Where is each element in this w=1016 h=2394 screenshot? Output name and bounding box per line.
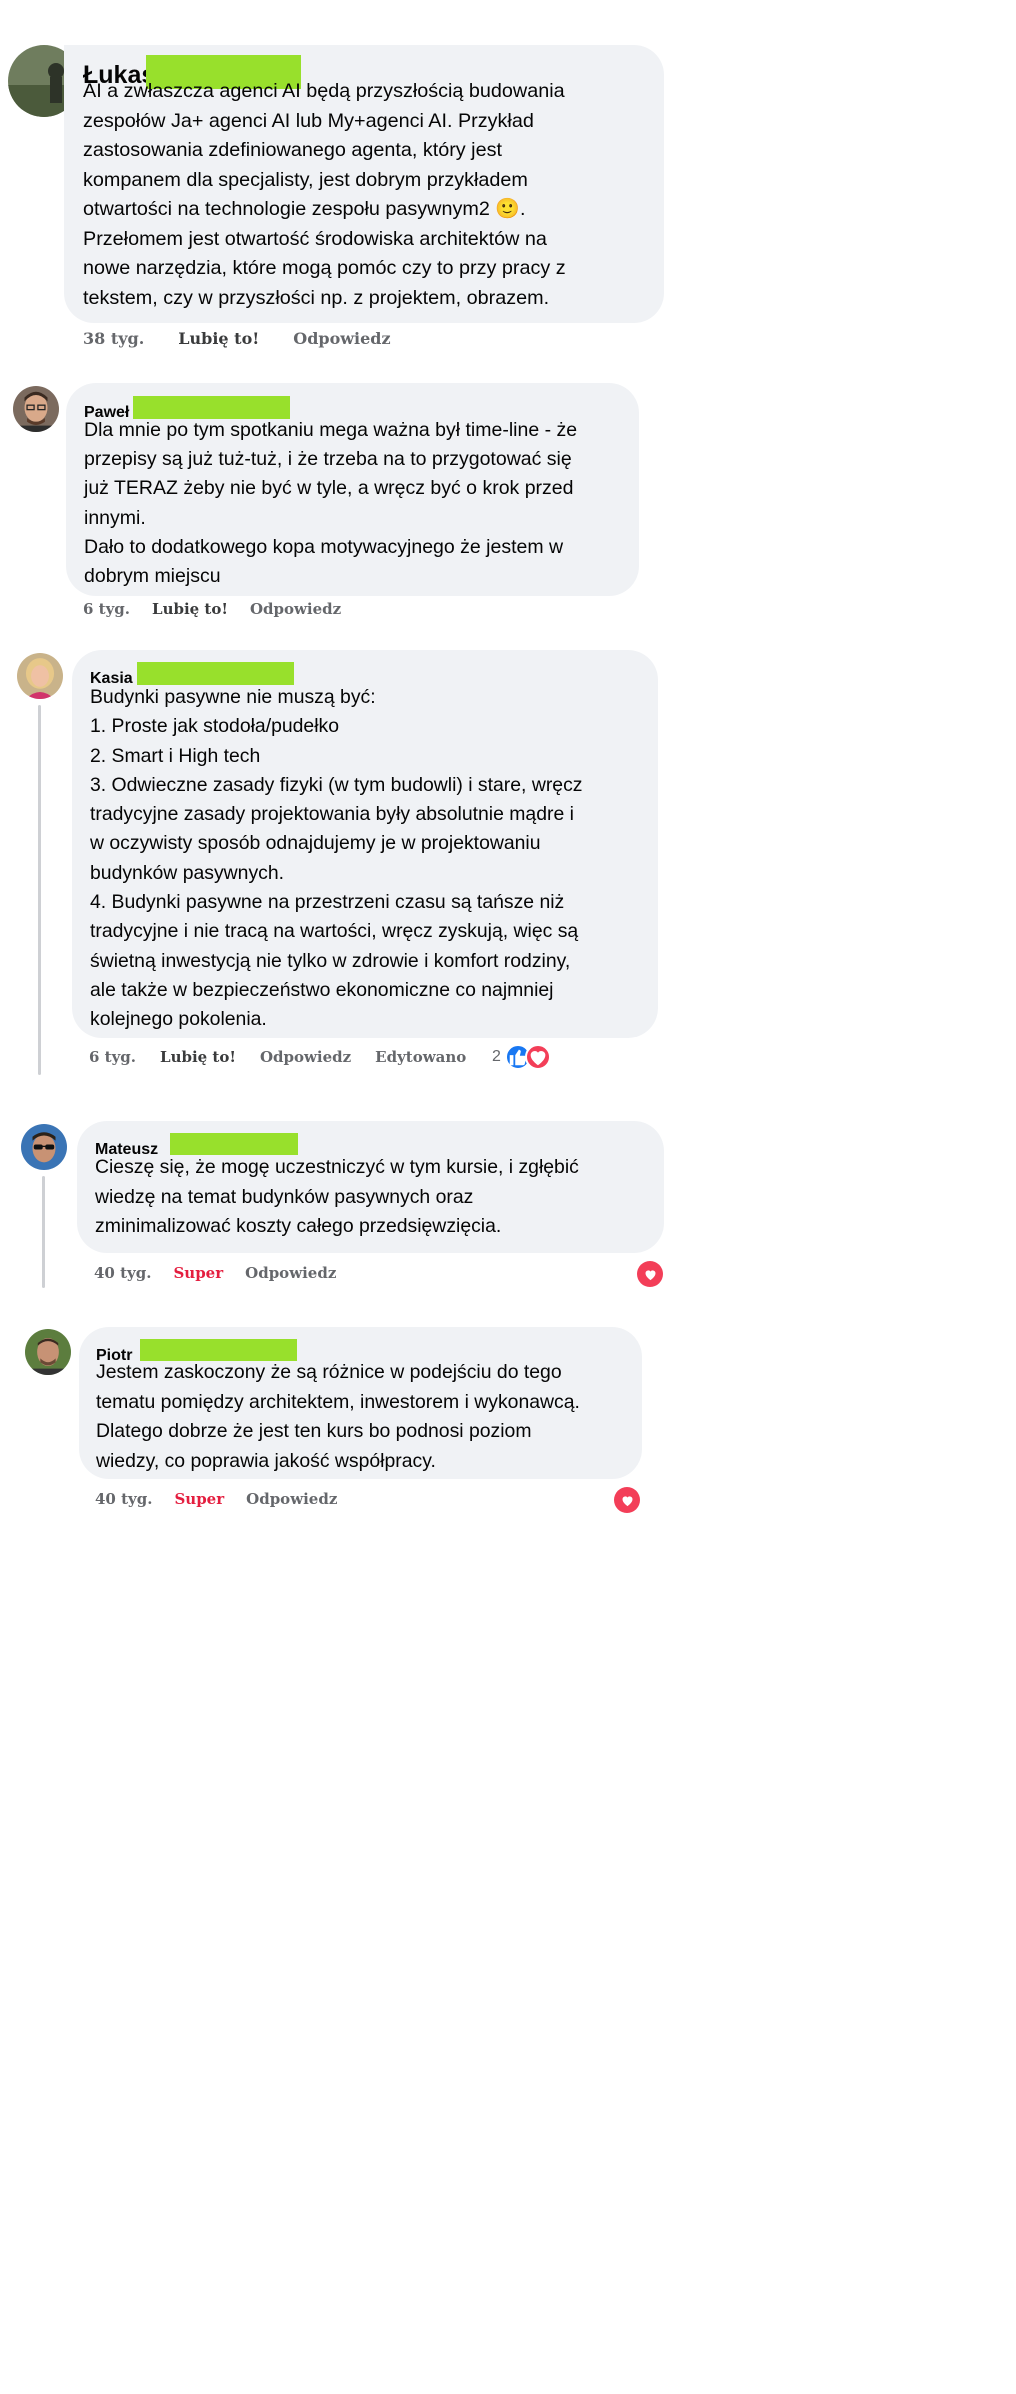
comment-actions: 38 tyg. Lubię to! Odpowiedz (83, 329, 425, 348)
avatar-photo-icon (17, 653, 63, 699)
reply-thread-line (42, 1176, 45, 1288)
redacted-name (137, 662, 294, 685)
reply-thread-line (38, 705, 41, 1075)
comment-timestamp[interactable]: 6 tyg. (83, 600, 130, 618)
avatar-photo-icon (25, 1329, 71, 1375)
avatar[interactable] (17, 653, 63, 699)
comment-timestamp[interactable]: 6 tyg. (89, 1048, 136, 1066)
comment-actions: 40 tyg. Super Odpowiedz (95, 1490, 371, 1508)
comment-text: Jestem zaskoczony że są różnice w podejś… (96, 1361, 580, 1472)
reply-button[interactable]: Odpowiedz (245, 1264, 336, 1282)
comment-timestamp[interactable]: 40 tyg. (94, 1264, 151, 1282)
comment-text: AI a zwłaszcza agenci AI będą przyszłośc… (83, 80, 566, 309)
reply-button[interactable]: Odpowiedz (250, 600, 341, 618)
comment-actions: 6 tyg. Lubię to! Odpowiedz (83, 600, 375, 618)
comment-actions: 40 tyg. Super Odpowiedz (94, 1264, 370, 1282)
reaction-summary[interactable]: 2 (492, 1044, 551, 1070)
avatar[interactable] (21, 1124, 67, 1170)
comment-text: Budynki pasywne nie muszą być: 1. Proste… (90, 686, 583, 1031)
super-button[interactable]: Super (174, 1490, 224, 1508)
comment-text: Dla mnie po tym spotkaniu mega ważna był… (84, 419, 578, 588)
like-button[interactable]: Lubię to! (178, 329, 259, 348)
comment-timestamp[interactable]: 40 tyg. (95, 1490, 152, 1508)
super-button[interactable]: Super (173, 1264, 223, 1282)
avatar[interactable] (25, 1329, 71, 1375)
comment-timestamp[interactable]: 38 tyg. (83, 329, 144, 348)
edited-label: Edytowano (375, 1048, 467, 1066)
comment-text: Cieszę się, że mogę uczestniczyć w tym k… (95, 1156, 579, 1237)
avatar-photo-icon (21, 1124, 67, 1170)
reply-button[interactable]: Odpowiedz (293, 329, 390, 348)
love-icon (524, 1044, 551, 1070)
like-button[interactable]: Lubię to! (160, 1048, 236, 1066)
love-reaction-icon[interactable] (637, 1261, 663, 1287)
avatar-photo-icon (13, 386, 59, 432)
love-reaction-icon[interactable] (614, 1487, 640, 1513)
comment-actions: 6 tyg. Lubię to! Odpowiedz Edytowano (89, 1048, 500, 1066)
avatar[interactable] (13, 386, 59, 432)
reply-button[interactable]: Odpowiedz (260, 1048, 351, 1066)
reply-button[interactable]: Odpowiedz (246, 1490, 337, 1508)
reaction-count: 2 (492, 1048, 501, 1065)
like-button[interactable]: Lubię to! (152, 600, 228, 618)
redacted-name (170, 1133, 298, 1155)
